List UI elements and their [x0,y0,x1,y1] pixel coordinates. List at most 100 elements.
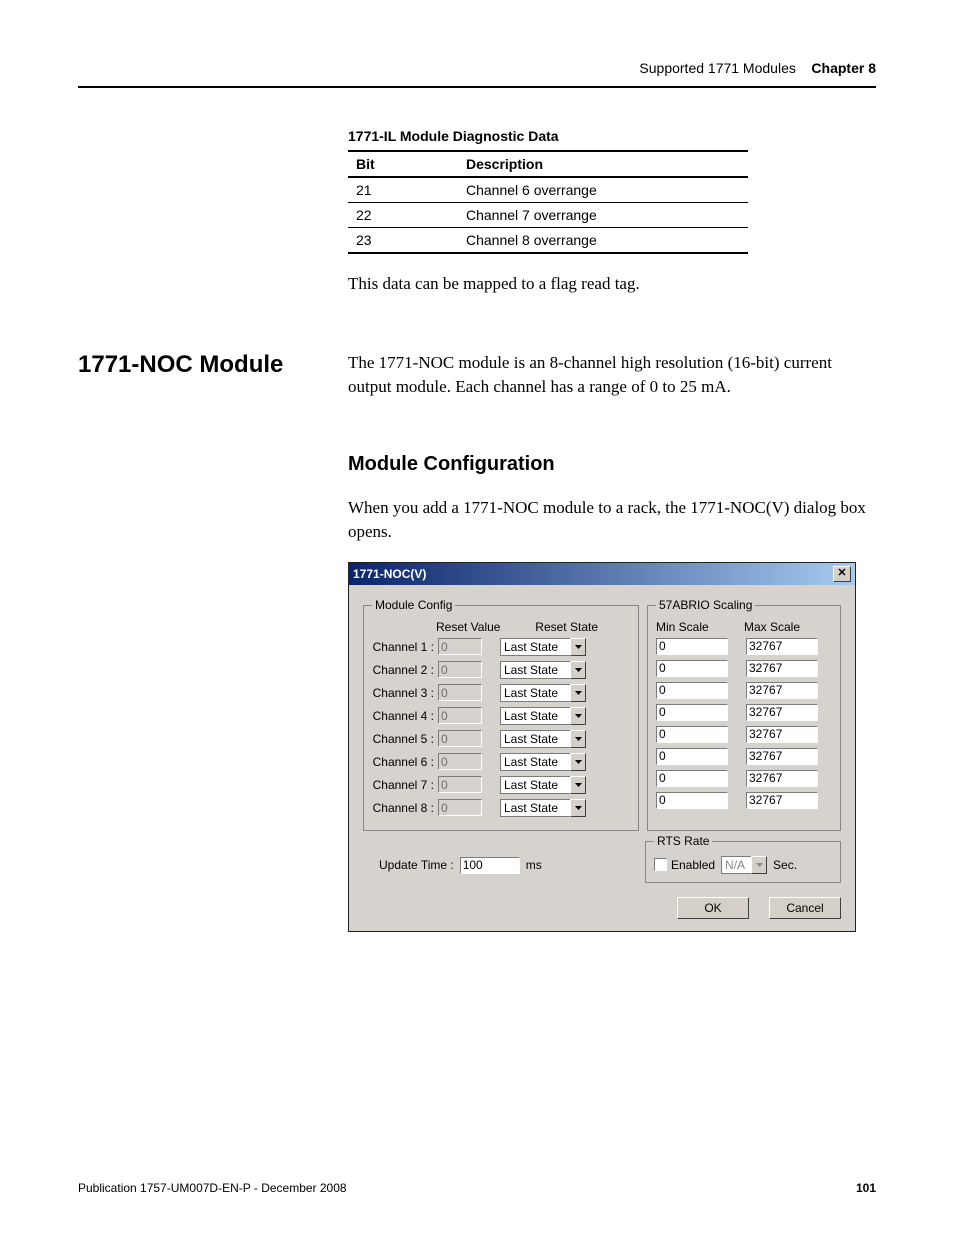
reset-state-combo[interactable]: Last State [500,753,570,771]
reset-value-input[interactable] [438,753,482,770]
header-rule [78,86,876,88]
reset-state-combo-button[interactable] [570,638,586,656]
reset-state-combo-button[interactable] [570,799,586,817]
chevron-down-icon [575,668,582,672]
scale-row [656,726,832,743]
reset-state-combo-button[interactable] [570,776,586,794]
section-heading: 1771-NOC Module [78,351,328,379]
rts-legend: RTS Rate [654,834,712,848]
channel-label: Channel 5 : [372,732,436,746]
channel-label: Channel 3 : [372,686,436,700]
min-scale-input[interactable] [656,682,728,699]
scale-row [656,638,832,655]
reset-state-combo-button[interactable] [570,684,586,702]
reset-state-combo[interactable]: Last State [500,730,570,748]
channel-label: Channel 6 : [372,755,436,769]
reset-state-header: Reset State [508,620,598,634]
header-subject: Supported 1771 Modules [639,60,795,76]
scale-row [656,704,832,721]
scale-row [656,682,832,699]
chevron-down-icon [756,863,763,867]
reset-state-combo-button[interactable] [570,707,586,725]
reset-value-input[interactable] [438,730,482,747]
channel-row: Channel 3 : Last State [372,684,630,702]
update-time-input[interactable] [460,857,520,874]
reset-value-input[interactable] [438,661,482,678]
rts-enabled-checkbox[interactable] [654,858,667,871]
table-row: 22 Channel 7 overrange [348,203,748,228]
channel-row: Channel 8 : Last State [372,799,630,817]
close-icon: ✕ [837,567,846,579]
rts-value-combo[interactable]: N/A [721,856,751,874]
update-time-row: Update Time : ms [363,841,637,874]
publication-line: Publication 1757-UM007D-EN-P - December … [78,1181,347,1195]
diag-table: Bit Description 21 Channel 6 overrange 2… [348,150,748,254]
reset-value-header: Reset Value [436,620,508,634]
ok-button[interactable]: OK [677,897,749,919]
page-footer: Publication 1757-UM007D-EN-P - December … [78,1181,876,1195]
channel-label: Channel 7 : [372,778,436,792]
sub-para: When you add a 1771-NOC module to a rack… [348,496,876,544]
min-scale-input[interactable] [656,638,728,655]
min-scale-input[interactable] [656,770,728,787]
max-scale-input[interactable] [746,638,818,655]
min-scale-input[interactable] [656,660,728,677]
reset-state-combo[interactable]: Last State [500,799,570,817]
max-scale-input[interactable] [746,682,818,699]
max-scale-input[interactable] [746,792,818,809]
reset-value-input[interactable] [438,707,482,724]
max-scale-input[interactable] [746,748,818,765]
min-scale-input[interactable] [656,748,728,765]
diag-table-title: 1771-IL Module Diagnostic Data [348,128,876,144]
channel-label: Channel 4 : [372,709,436,723]
channel-label: Channel 2 : [372,663,436,677]
min-scale-input[interactable] [656,792,728,809]
dialog-title: 1771-NOC(V) [353,567,426,581]
update-time-unit: ms [526,858,542,872]
col-bit: Bit [348,151,458,177]
channel-row: Channel 1 : Last State [372,638,630,656]
reset-state-combo[interactable]: Last State [500,661,570,679]
reset-value-input[interactable] [438,776,482,793]
close-button[interactable]: ✕ [833,566,851,582]
rts-rate-group: RTS Rate Enabled N/A Sec. [645,841,841,883]
chevron-down-icon [575,645,582,649]
chevron-down-icon [575,783,582,787]
chevron-down-icon [575,806,582,810]
channel-row: Channel 4 : Last State [372,707,630,725]
channel-label: Channel 8 : [372,801,436,815]
page-number: 101 [856,1181,876,1195]
max-scale-input[interactable] [746,660,818,677]
scale-row [656,792,832,809]
channel-row: Channel 7 : Last State [372,776,630,794]
reset-value-input[interactable] [438,684,482,701]
reset-value-input[interactable] [438,638,482,655]
rts-combo-button[interactable] [751,856,767,874]
rts-enabled-label: Enabled [671,858,715,872]
reset-state-combo[interactable]: Last State [500,684,570,702]
scale-row [656,660,832,677]
section-intro: The 1771-NOC module is an 8-channel high… [348,351,876,399]
cancel-button[interactable]: Cancel [769,897,841,919]
scaling-group: 57ABRIO Scaling Min Scale Max Scale [647,605,841,831]
dialog-titlebar: 1771-NOC(V) ✕ [349,563,855,585]
module-config-legend: Module Config [372,598,455,612]
max-scale-input[interactable] [746,704,818,721]
reset-value-input[interactable] [438,799,482,816]
min-scale-input[interactable] [656,726,728,743]
channel-row: Channel 5 : Last State [372,730,630,748]
reset-state-combo-button[interactable] [570,753,586,771]
max-scale-input[interactable] [746,726,818,743]
max-scale-input[interactable] [746,770,818,787]
channel-label: Channel 1 : [372,640,436,654]
min-scale-header: Min Scale [656,620,744,634]
chevron-down-icon [575,737,582,741]
reset-state-combo-button[interactable] [570,730,586,748]
chevron-down-icon [575,760,582,764]
reset-state-combo-button[interactable] [570,661,586,679]
reset-state-combo[interactable]: Last State [500,776,570,794]
reset-state-combo[interactable]: Last State [500,707,570,725]
min-scale-input[interactable] [656,704,728,721]
dialog-1771-noc: 1771-NOC(V) ✕ Module Config Reset Value … [348,562,856,932]
reset-state-combo[interactable]: Last State [500,638,570,656]
